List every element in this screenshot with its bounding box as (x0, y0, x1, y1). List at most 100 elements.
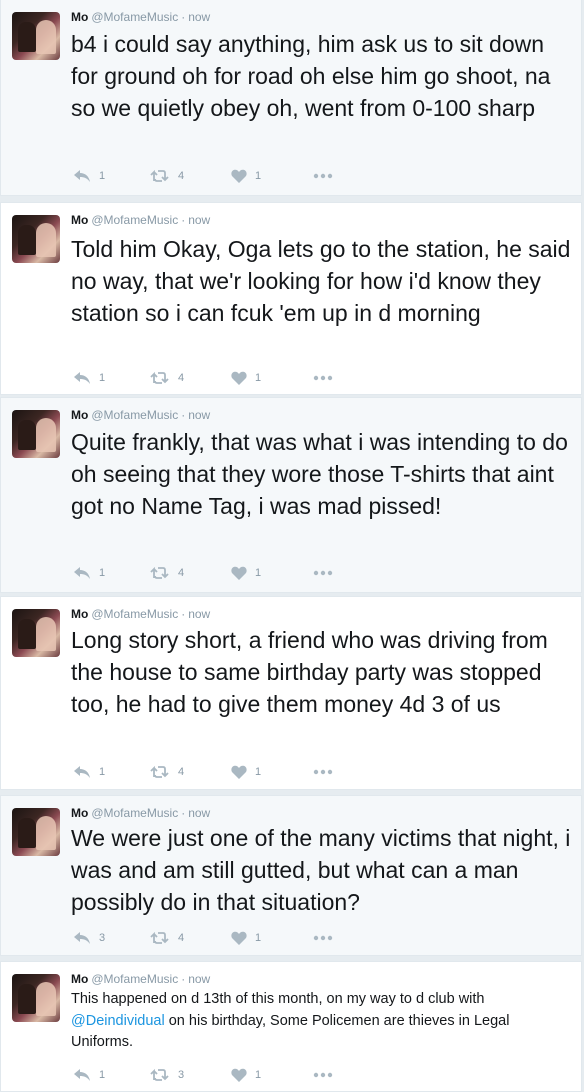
like-count: 1 (255, 170, 262, 182)
reply-icon (74, 1069, 90, 1081)
reply-count: 1 (99, 766, 106, 778)
user-handle[interactable]: @MofameMusic (91, 607, 178, 621)
tweet-6[interactable]: Mo @MofameMusic · now This happened on d 13… (0, 961, 582, 1092)
user-name[interactable]: Mo (71, 408, 88, 422)
tweet-3[interactable]: Mo @MofameMusic · now Quite frankly, that w… (0, 397, 582, 593)
user-name[interactable]: Mo (71, 10, 88, 24)
user-name[interactable]: Mo (71, 213, 88, 227)
more-button[interactable] (313, 168, 333, 184)
more-button[interactable] (313, 930, 333, 946)
retweet-count: 4 (178, 372, 185, 384)
reply-button[interactable]: 1 (73, 370, 105, 386)
more-button[interactable] (313, 370, 333, 386)
timestamp[interactable]: now (188, 607, 210, 621)
retweet-count: 4 (178, 766, 185, 778)
tweet-header: Mo @MofameMusic · now (71, 806, 211, 820)
retweet-count: 3 (178, 1069, 185, 1081)
tweet-5[interactable]: Mo @MofameMusic · now We were just one of t… (0, 795, 582, 956)
retweet-count: 4 (178, 170, 185, 182)
timestamp[interactable]: now (188, 213, 210, 227)
mention-link[interactable]: @Deindividual (71, 1013, 165, 1029)
user-handle[interactable]: @MofameMusic (91, 972, 178, 986)
reply-button[interactable]: 1 (73, 565, 105, 581)
more-icon (313, 769, 333, 775)
avatar[interactable] (12, 215, 60, 263)
reply-count: 3 (99, 932, 106, 944)
more-icon (313, 173, 333, 179)
user-name[interactable]: Mo (71, 972, 88, 986)
reply-icon (74, 567, 90, 579)
retweet-button[interactable]: 4 (150, 930, 184, 946)
retweet-count: 4 (178, 567, 185, 579)
retweet-button[interactable]: 4 (150, 168, 184, 184)
like-button[interactable]: 1 (231, 370, 261, 386)
heart-icon (231, 169, 247, 183)
heart-icon (231, 765, 247, 779)
retweet-icon (150, 566, 169, 579)
like-count: 1 (255, 766, 262, 778)
tweet-text: This happened on d 13th of this month, o… (71, 989, 573, 1054)
like-button[interactable]: 1 (231, 168, 261, 184)
reply-button[interactable]: 3 (73, 930, 105, 946)
avatar[interactable] (12, 410, 60, 458)
like-count: 1 (255, 567, 262, 579)
tweet-text: Long story short, a friend who was drivi… (71, 627, 548, 717)
retweet-button[interactable]: 4 (150, 764, 184, 780)
more-icon (313, 375, 333, 381)
like-count: 1 (255, 932, 262, 944)
like-button[interactable]: 1 (231, 565, 261, 581)
retweet-icon (150, 765, 169, 778)
user-handle[interactable]: @MofameMusic (91, 10, 178, 24)
retweet-icon (150, 931, 169, 944)
tweet-text-part: This happened on d 13th of this month, o… (71, 991, 485, 1007)
reply-icon (74, 932, 90, 944)
retweet-button[interactable]: 4 (150, 565, 184, 581)
timestamp[interactable]: now (188, 972, 210, 986)
tweet-2[interactable]: Mo @MofameMusic · now Told him Okay, Oga le… (0, 202, 582, 395)
reply-button[interactable]: 1 (73, 764, 105, 780)
tweet-text: Told him Okay, Oga lets go to the statio… (71, 236, 571, 326)
retweet-button[interactable]: 3 (150, 1067, 184, 1083)
reply-count: 1 (99, 170, 106, 182)
timestamp[interactable]: now (188, 408, 210, 422)
retweet-icon (150, 1068, 169, 1081)
heart-icon (231, 371, 247, 385)
tweet-text: We were just one of the many victims tha… (71, 825, 571, 915)
tweet-text: b4 i could say anything, him ask us to s… (71, 31, 551, 121)
avatar[interactable] (12, 12, 60, 60)
like-button[interactable]: 1 (231, 764, 261, 780)
reply-icon (74, 766, 90, 778)
user-handle[interactable]: @MofameMusic (91, 806, 178, 820)
timestamp[interactable]: now (188, 10, 210, 24)
like-button[interactable]: 1 (231, 930, 261, 946)
like-button[interactable]: 1 (231, 1067, 261, 1083)
reply-icon (74, 372, 90, 384)
reply-button[interactable]: 1 (73, 1067, 105, 1083)
tweet-4[interactable]: Mo @MofameMusic · now Long story short, a f… (0, 596, 582, 790)
user-handle[interactable]: @MofameMusic (91, 408, 178, 422)
reply-count: 1 (99, 372, 106, 384)
retweet-icon (150, 169, 169, 182)
like-count: 1 (255, 372, 262, 384)
more-button[interactable] (313, 565, 333, 581)
reply-button[interactable]: 1 (73, 168, 105, 184)
user-name[interactable]: Mo (71, 607, 88, 621)
reply-count: 1 (99, 1069, 106, 1081)
retweet-button[interactable]: 4 (150, 370, 184, 386)
more-button[interactable] (313, 1067, 333, 1083)
user-name[interactable]: Mo (71, 806, 88, 820)
tweet-header: Mo @MofameMusic · now (71, 213, 211, 227)
avatar[interactable] (12, 974, 60, 1022)
tweet-text: Quite frankly, that was what i was inten… (71, 429, 568, 519)
retweet-count: 4 (178, 932, 185, 944)
user-handle[interactable]: @MofameMusic (91, 213, 178, 227)
tweet-1[interactable]: Mo @MofameMusic · now b4 i could say anythi… (0, 0, 582, 196)
more-icon (313, 1072, 333, 1078)
more-icon (313, 570, 333, 576)
avatar[interactable] (12, 609, 60, 657)
like-count: 1 (255, 1069, 262, 1081)
tweet-header: Mo @MofameMusic · now (71, 10, 211, 24)
timestamp[interactable]: now (188, 806, 210, 820)
more-button[interactable] (313, 764, 333, 780)
avatar[interactable] (12, 808, 60, 856)
